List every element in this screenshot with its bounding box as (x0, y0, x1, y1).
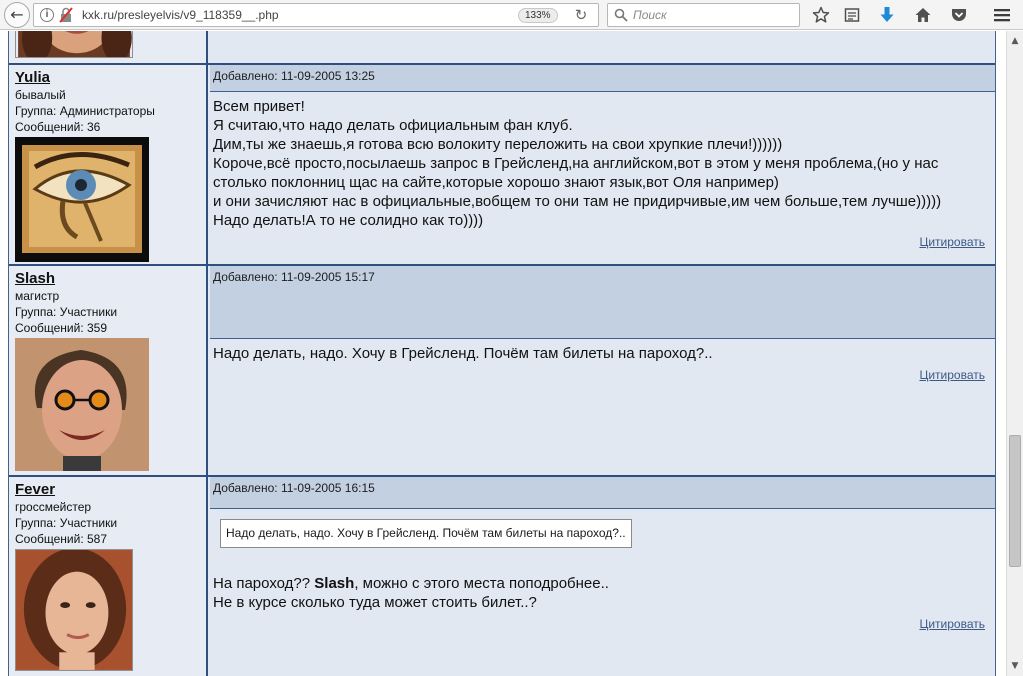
username[interactable]: Slash (15, 271, 55, 287)
forum-posts-table: Yulia бывалый Группа: Администраторы Соо… (8, 31, 996, 676)
user-cell: Yulia бывалый Группа: Администраторы Соо… (9, 65, 208, 264)
user-rank: бывалый (15, 88, 66, 102)
quote-link[interactable]: Цитировать (919, 615, 985, 634)
user-rank: магистр (15, 289, 60, 303)
back-arrow-icon[interactable]: ← (4, 2, 30, 28)
quote-link[interactable]: Цитировать (919, 233, 985, 252)
post-text-line: и они зачисляют нас в официальные,вобщем… (213, 193, 942, 210)
user-rank: гроссмейстер (15, 500, 92, 514)
zoom-level-badge[interactable]: 133% (518, 8, 558, 23)
reading-list-icon[interactable] (840, 3, 864, 27)
post-date: Добавлено: 11-09-2005 13:25 (210, 65, 995, 92)
avatar (15, 549, 133, 671)
post-cell: Добавлено: 11-09-2005 15:17 Надо делать,… (210, 266, 995, 477)
post-body: Надо делать, надо. Хочу в Грейсленд. Поч… (210, 339, 995, 477)
quoted-message: Надо делать, надо. Хочу в Грейсленд. Поч… (220, 519, 632, 548)
post-text-line: Короче,всё просто,посылаешь запрос в Гре… (213, 155, 939, 172)
post-text-line: Надо делать!А то не солидно как то)))) (213, 212, 484, 229)
username[interactable]: Yulia (15, 70, 50, 86)
post-cell (210, 31, 995, 63)
post-date: Добавлено: 11-09-2005 15:17 (210, 266, 995, 339)
previous-post-fragment (9, 31, 995, 63)
post-text-line: столько поклонниц щас на сайте,которые х… (213, 174, 779, 191)
avatar (15, 338, 149, 471)
post-text-line: Надо делать, надо. Хочу в Грейсленд. Поч… (213, 345, 713, 362)
user-group: Группа: Администраторы (15, 104, 155, 118)
url-text[interactable]: kxk.ru/presleyelvis/v9_118359__.php (82, 8, 279, 22)
user-group: Группа: Участники (15, 305, 118, 319)
download-icon[interactable] (875, 3, 899, 27)
insecure-connection-icon[interactable] (59, 7, 73, 23)
avatar (15, 31, 133, 58)
user-message-count: Сообщений: 36 (15, 120, 101, 134)
search-placeholder: Поиск (633, 8, 667, 22)
username[interactable]: Fever (15, 482, 55, 498)
post-row: Slash магистр Группа: Участники Сообщени… (9, 264, 995, 477)
quoted-username: Slash (314, 575, 355, 592)
avatar (15, 137, 149, 262)
browser-toolbar: ← i kxk.ru/presleyelvis/v9_118359__.php … (0, 0, 1023, 30)
quote-link[interactable]: Цитировать (919, 366, 985, 385)
post-row: Yulia бывалый Группа: Администраторы Соо… (9, 63, 995, 266)
scroll-down-arrow-icon[interactable]: ▼ (1007, 658, 1023, 674)
user-group: Группа: Участники (15, 516, 118, 530)
post-cell: Добавлено: 11-09-2005 13:25 Всем привет!… (210, 65, 995, 266)
post-text-line: Всем привет! (213, 98, 305, 115)
pocket-icon[interactable] (947, 3, 971, 27)
info-icon[interactable]: i (40, 8, 54, 22)
user-message-count: Сообщений: 587 (15, 532, 108, 546)
star-icon[interactable] (809, 3, 833, 27)
user-message-count: Сообщений: 359 (15, 321, 108, 335)
search-icon (614, 8, 628, 22)
user-cell (9, 31, 208, 63)
post-row: Fever гроссмейстер Группа: Участники Соо… (9, 475, 995, 676)
vertical-scrollbar[interactable]: ▲ ▼ (1006, 31, 1023, 676)
post-text-line: Не в курсе сколько туда может стоить бил… (213, 594, 537, 611)
search-bar[interactable]: Поиск (607, 3, 800, 27)
post-text-line: На пароход?? Slash, можно с этого места … (213, 575, 609, 592)
user-cell: Fever гроссмейстер Группа: Участники Соо… (9, 477, 208, 676)
hamburger-menu-icon[interactable] (990, 3, 1014, 27)
post-body: Всем привет! Я считаю,что надо делать оф… (210, 92, 995, 266)
post-date: Добавлено: 11-09-2005 16:15 (210, 477, 995, 509)
home-icon[interactable] (911, 3, 935, 27)
post-body: Надо делать, надо. Хочу в Грейсленд. Поч… (210, 509, 995, 676)
scroll-up-arrow-icon[interactable]: ▲ (1007, 33, 1023, 49)
post-text-line: Я считаю,что надо делать официальным фан… (213, 117, 573, 134)
page-viewport: Yulia бывалый Группа: Администраторы Соо… (0, 31, 1006, 676)
post-text-line: Дим,ты же знаешь,я готова всю волокиту п… (213, 136, 783, 153)
address-bar[interactable]: i kxk.ru/presleyelvis/v9_118359__.php 13… (33, 3, 599, 27)
user-cell: Slash магистр Группа: Участники Сообщени… (9, 266, 208, 475)
scroll-thumb[interactable] (1009, 435, 1021, 567)
reload-icon[interactable]: ↻ (570, 6, 592, 24)
post-cell: Добавлено: 11-09-2005 16:15 Надо делать,… (210, 477, 995, 676)
